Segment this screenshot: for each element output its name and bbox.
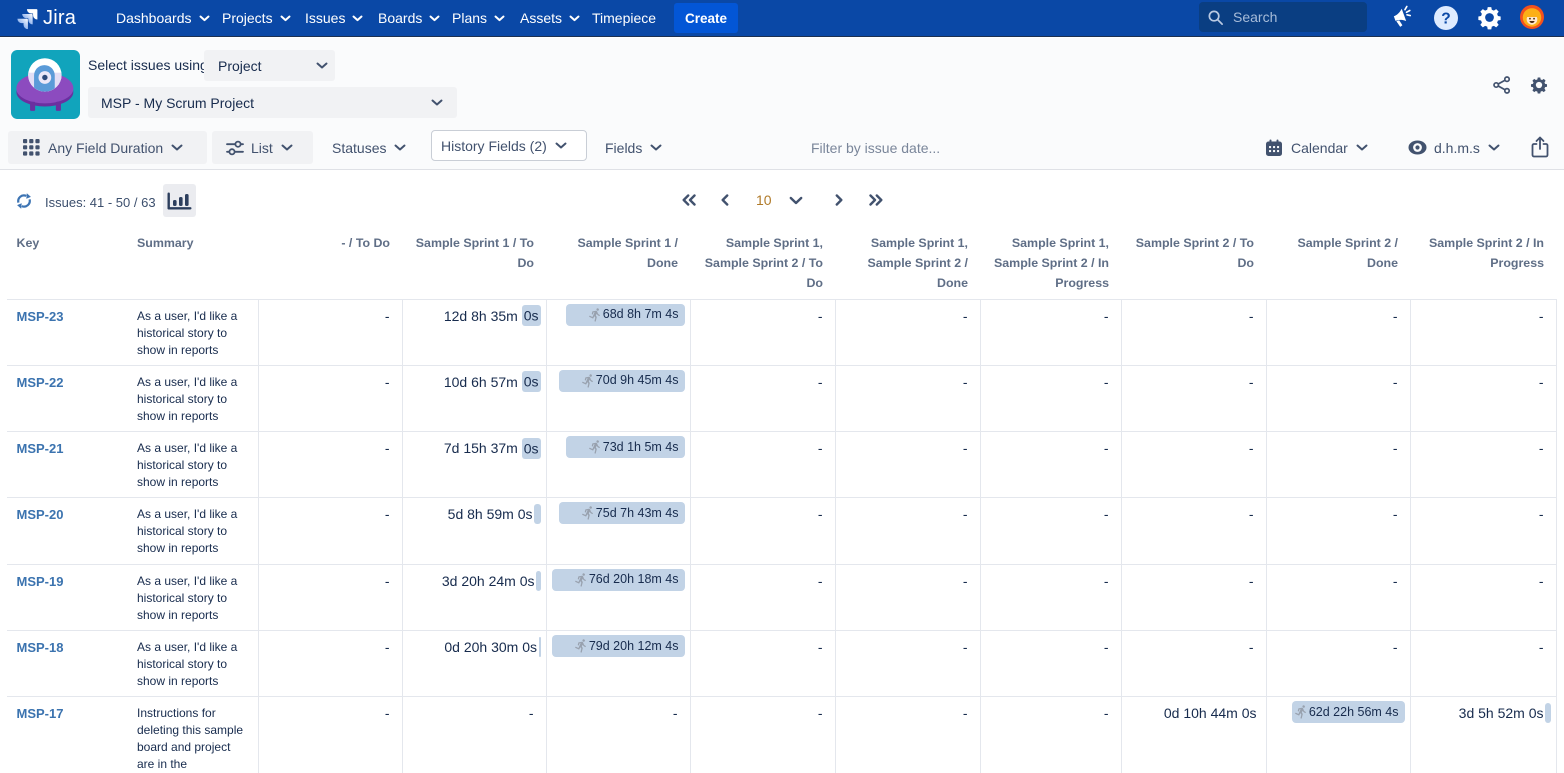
svg-text:?: ?	[1441, 11, 1450, 28]
